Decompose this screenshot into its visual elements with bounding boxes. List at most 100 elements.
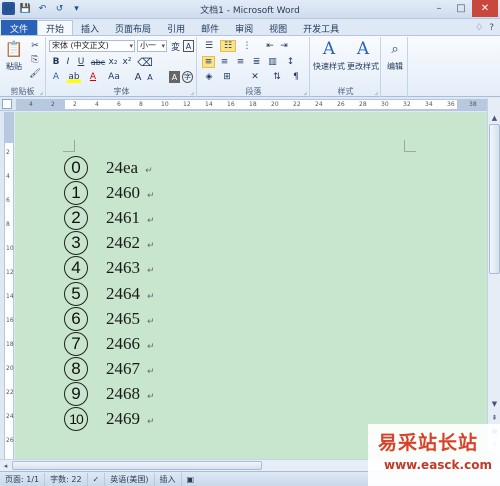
horizontal-ruler-row: 4 2 2 4 6 8 10 12 14 16 18 20 22 24 26 28 30 32 34 36 38	[0, 98, 500, 111]
close-button[interactable]: ✕	[472, 0, 498, 17]
circled-number: 0	[64, 155, 88, 180]
numbering-icon[interactable]: ☷	[220, 40, 236, 52]
clear-format-icon[interactable]: ⌫	[137, 56, 153, 69]
scroll-up-icon[interactable]: ▲	[489, 112, 500, 123]
tab-review[interactable]: 审阅	[227, 20, 261, 36]
highlight-button[interactable]: ab	[67, 71, 81, 83]
paste-label: 粘贴	[6, 62, 22, 71]
editing-button[interactable]: ⌕ 编辑	[383, 39, 407, 72]
word-count-status[interactable]: 字数: 22	[45, 472, 88, 486]
collapse-ribbon-icon[interactable]: ♢	[475, 23, 483, 33]
line-spacing-icon[interactable]: ↕	[284, 56, 297, 68]
horizontal-ruler[interactable]: 4 2 2 4 6 8 10 12 14 16 18 20 22 24 26 28 30 32 34 36 38	[16, 99, 488, 110]
clipboard-launcher-icon[interactable]: ⌟	[40, 88, 43, 96]
justify-icon[interactable]: ≣	[250, 56, 263, 68]
proofing-icon[interactable]: ✓	[88, 472, 106, 486]
text-effect-button[interactable]: A	[49, 71, 63, 83]
distributed-icon[interactable]: ▥	[266, 56, 279, 68]
scroll-down-icon[interactable]: ▼	[489, 398, 500, 409]
superscript-button[interactable]: x²	[121, 56, 133, 68]
font-size-combo[interactable]: 小一 ▾	[137, 40, 167, 52]
strikethrough-button[interactable]: abc	[91, 56, 105, 68]
macro-record-icon[interactable]: ▣	[182, 473, 200, 486]
vertical-ruler[interactable]: 2 4 6 8 10 12 14 16 18 20 22 24 26	[4, 112, 14, 460]
tab-references[interactable]: 引用	[159, 20, 193, 36]
borders-icon[interactable]: ⊞	[220, 71, 234, 83]
char-shading-icon[interactable]: A	[169, 71, 180, 83]
tab-mailings[interactable]: 邮件	[193, 20, 227, 36]
tab-file[interactable]: 文件	[1, 20, 38, 36]
document-line[interactable]: 0 24ea ↵	[64, 155, 155, 180]
font-group: 宋体 (中文正文) ▾ 小一 ▾ 変 A B I U abc x₂ x² ⌫ A a…	[47, 37, 197, 97]
document-line[interactable]: 9 2468 ↵	[64, 382, 155, 407]
styles-launcher-icon[interactable]: ⌟	[375, 88, 378, 96]
font-launcher-icon[interactable]: ⌟	[191, 88, 194, 96]
quick-styles-button[interactable]: A 快速样式	[312, 39, 346, 72]
grow-font-button[interactable]: A	[133, 71, 143, 83]
subscript-button[interactable]: x₂	[107, 56, 119, 68]
circled-number: 3	[64, 231, 88, 256]
font-name-combo[interactable]: 宋体 (中文正文) ▾	[49, 40, 135, 52]
page-count-status[interactable]: 页面: 1/1	[0, 472, 46, 486]
phonetic-guide-button[interactable]: 変	[170, 40, 181, 53]
vertical-scroll-thumb[interactable]	[489, 124, 500, 274]
tab-developer[interactable]: 开发工具	[295, 20, 347, 36]
scroll-left-icon[interactable]: ◂	[0, 460, 11, 471]
tab-home[interactable]: 开始	[37, 20, 74, 36]
prev-page-icon[interactable]: ⇞	[489, 412, 500, 423]
sort-icon[interactable]: ⇅	[270, 71, 284, 83]
tab-page-layout[interactable]: 页面布局	[107, 20, 159, 36]
language-status[interactable]: 英语(美国)	[105, 472, 155, 486]
bullets-icon[interactable]: ☰	[202, 40, 216, 52]
char-border-button[interactable]: A	[183, 40, 194, 52]
shading-icon[interactable]: ◈	[202, 71, 216, 83]
minimize-button[interactable]: –	[428, 0, 450, 17]
underline-button[interactable]: U	[75, 56, 87, 68]
chinese-layout-icon[interactable]: ✕	[248, 71, 262, 83]
ruler-tick-label: 4	[29, 101, 33, 108]
font-color-button[interactable]: A	[87, 71, 99, 83]
decrease-indent-icon[interactable]: ⇤	[264, 40, 276, 52]
ruler-tick-label: 2	[51, 101, 55, 108]
document-line[interactable]: 1 2460 ↵	[64, 180, 155, 205]
paste-button[interactable]: 📋 粘贴	[3, 39, 25, 72]
change-case-button[interactable]: Aa	[107, 71, 121, 83]
watermark-url: www.easck.com	[384, 458, 492, 472]
tab-insert[interactable]: 插入	[73, 20, 107, 36]
ruler-tick-label: 16	[227, 101, 235, 108]
multilevel-list-icon[interactable]: ⋮	[240, 40, 254, 52]
document-line[interactable]: 4 2463 ↵	[64, 256, 155, 281]
document-line[interactable]: 7 2466 ↵	[64, 331, 155, 356]
shrink-font-button[interactable]: A	[145, 71, 155, 83]
change-styles-button[interactable]: A 更改样式	[346, 39, 380, 72]
format-painter-icon[interactable]: 🖌	[29, 68, 41, 80]
document-line[interactable]: 3 2462 ↵	[64, 231, 155, 256]
help-icon[interactable]: ?	[489, 23, 494, 33]
insert-mode-status[interactable]: 插入	[155, 472, 182, 486]
copy-icon[interactable]: ⎘	[29, 54, 41, 66]
document-line[interactable]: 5 2464 ↵	[64, 281, 155, 306]
styles-group-label: 样式	[337, 87, 354, 96]
document-page[interactable]: 0 24ea ↵ 1 2460 ↵ 2 2461 ↵ 3 2462 ↵ 4 2463 ↵ 5 2464 ↵ 6 246…	[15, 112, 487, 459]
document-line[interactable]: 10 2469 ↵	[64, 407, 155, 432]
align-right-icon[interactable]: ≡	[234, 56, 247, 68]
show-marks-icon[interactable]: ¶	[290, 71, 302, 83]
cut-icon[interactable]: ✂	[29, 40, 41, 52]
ruler-tick-label: 24	[315, 101, 323, 108]
italic-button[interactable]: I	[63, 56, 73, 68]
align-left-icon[interactable]: ≡	[202, 56, 215, 68]
document-line[interactable]: 2 2461 ↵	[64, 205, 155, 230]
bold-button[interactable]: B	[51, 56, 61, 68]
vertical-scrollbar[interactable]: ▲ ▼ ⇞ ● ⇟	[487, 98, 500, 460]
align-center-icon[interactable]: ≡	[218, 56, 231, 68]
document-line[interactable]: 8 2467 ↵	[64, 357, 155, 382]
paragraph-launcher-icon[interactable]: ⌟	[304, 88, 307, 96]
document-line[interactable]: 6 2465 ↵	[64, 306, 155, 331]
enclose-char-icon[interactable]: 字	[182, 71, 193, 83]
tab-view[interactable]: 视图	[261, 20, 295, 36]
increase-indent-icon[interactable]: ⇥	[278, 40, 290, 52]
paste-icon: 📋	[4, 40, 24, 58]
maximize-button[interactable]: □	[450, 0, 472, 17]
tab-selector[interactable]	[2, 99, 12, 109]
horizontal-scroll-thumb[interactable]	[12, 461, 262, 470]
